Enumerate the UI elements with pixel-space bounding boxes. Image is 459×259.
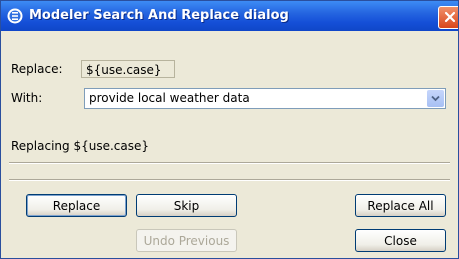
close-icon — [444, 11, 456, 23]
replace-all-button[interactable]: Replace All — [355, 194, 446, 217]
search-replace-dialog: Modeler Search And Replace dialog Replac… — [0, 0, 459, 259]
app-icon — [7, 8, 23, 24]
with-combobox-value: provide local weather data — [89, 91, 250, 105]
status-text: Replacing ${use.case} — [11, 139, 149, 153]
close-button[interactable]: Close — [355, 229, 446, 252]
with-combobox[interactable]: provide local weather data — [84, 88, 446, 109]
skip-button[interactable]: Skip — [136, 194, 237, 217]
with-label: With: — [11, 91, 43, 105]
undo-previous-button[interactable]: Undo Previous — [136, 229, 237, 252]
replace-value-field: ${use.case} — [81, 60, 175, 78]
title-bar[interactable]: Modeler Search And Replace dialog — [1, 1, 458, 31]
window-title: Modeler Search And Replace dialog — [29, 8, 289, 23]
chevron-down-icon — [431, 95, 440, 102]
close-window-button[interactable] — [438, 6, 458, 29]
with-dropdown-button[interactable] — [427, 90, 444, 107]
buttons-separator — [9, 179, 450, 181]
replace-button[interactable]: Replace — [26, 194, 127, 217]
replace-label: Replace: — [11, 62, 63, 76]
status-separator — [9, 162, 450, 164]
